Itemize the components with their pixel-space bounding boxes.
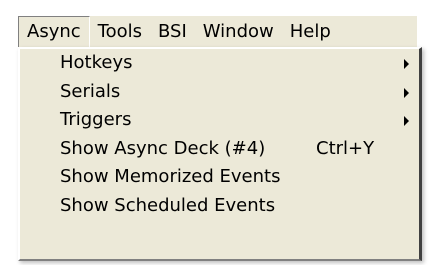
menu-item-serials[interactable]: Serials xyxy=(20,78,419,107)
menu-item-label: Show Scheduled Events xyxy=(60,194,276,216)
submenu-arrow-icon xyxy=(404,59,409,69)
menu-item-show-memorized-events[interactable]: Show Memorized Events xyxy=(20,163,419,192)
menu-item-label: Show Memorized Events xyxy=(60,166,281,187)
menu-item-hotkeys[interactable]: Hotkeys xyxy=(20,49,419,78)
shortcut-label: Ctrl+Y xyxy=(316,137,375,159)
menu-bsi[interactable]: BSI xyxy=(150,16,195,48)
menu-item-label: Show Async Deck (#4) xyxy=(60,137,266,159)
menu-item-label: Serials xyxy=(60,80,121,102)
menu-help[interactable]: Help xyxy=(282,16,339,48)
menu-tools[interactable]: Tools xyxy=(90,16,150,48)
submenu-arrow-icon xyxy=(404,116,409,126)
menu-item-show-scheduled-events[interactable]: Show Scheduled Events xyxy=(20,192,419,221)
menu-item-label: Triggers xyxy=(60,109,132,130)
menu-window[interactable]: Window xyxy=(195,16,282,48)
submenu-arrow-icon xyxy=(404,87,409,98)
menu-item-label: Hotkeys xyxy=(60,52,133,73)
async-dropdown-menu: Hotkeys Serials Triggers Show Async Deck… xyxy=(18,47,422,261)
menu-item-show-async-deck[interactable]: Show Async Deck (#4) Ctrl+Y xyxy=(20,135,419,164)
menu-async[interactable]: Async xyxy=(18,16,90,48)
menu-item-triggers[interactable]: Triggers xyxy=(20,106,419,135)
menu-bar: Async Tools BSI Window Help xyxy=(18,16,417,48)
